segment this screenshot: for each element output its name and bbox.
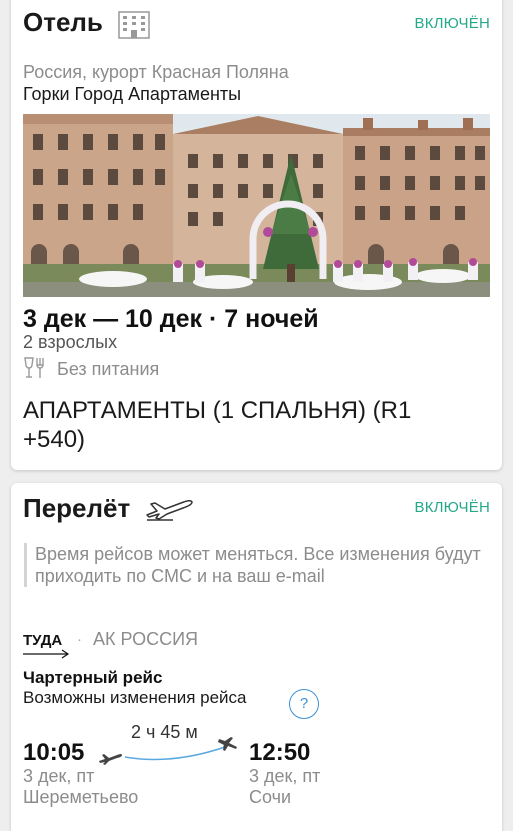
- meal-plan: Без питания: [57, 359, 160, 379]
- flight-notice: Время рейсов может меняться. Все изменен…: [24, 543, 494, 587]
- building-icon: [118, 11, 150, 39]
- separator-dot: ·: [77, 631, 82, 648]
- departure-time: 10:05: [23, 739, 85, 766]
- flight-status-badge: ВКЛЮЧЁН: [414, 499, 490, 516]
- flight-type: Чартерный рейс: [23, 668, 163, 687]
- departure-date: 3 дек, пт: [23, 766, 95, 786]
- hotel-guests: 2 взрослых: [23, 332, 118, 352]
- arrival-airport: Сочи: [249, 787, 292, 807]
- hotel-location: Россия, курорт Красная Поляна: [23, 62, 289, 82]
- flight-change-note: Возможны изменения рейса: [23, 688, 247, 707]
- hotel-photo[interactable]: [23, 114, 490, 297]
- departure-airport: Шереметьево: [23, 787, 139, 807]
- hotel-dates: 3 дек — 10 дек · 7 ночей: [23, 305, 319, 333]
- room-type: АПАРТАМЕНТЫ (1 СПАЛЬНЯ) (R1 +540): [23, 397, 412, 453]
- airline-name: АК РОССИЯ: [93, 629, 199, 649]
- hotel-card: Отель ВКЛЮЧЁН Россия, курорт Красная Пол…: [11, 0, 502, 470]
- help-button[interactable]: ?: [289, 689, 319, 719]
- arrow-right-icon: [23, 649, 70, 659]
- flight-card: Перелёт ВКЛЮЧЁН Время рейсов может менят…: [11, 483, 502, 831]
- flight-section-title: Перелёт: [23, 493, 131, 523]
- hotel-photo-illustration: [23, 114, 490, 297]
- arrival-time: 12:50: [249, 739, 311, 766]
- route-arc: [99, 737, 237, 765]
- direction-label: ТУДА: [23, 632, 63, 649]
- glass-fork-icon: [24, 357, 44, 378]
- hotel-name[interactable]: Горки Город Апартаменты: [23, 84, 241, 105]
- airplane-icon: [146, 499, 193, 521]
- hotel-section-title: Отель: [23, 7, 103, 37]
- hotel-status-badge: ВКЛЮЧЁН: [414, 15, 490, 32]
- arrival-date: 3 дек, пт: [249, 766, 321, 786]
- departure-plane-icon: [99, 754, 122, 765]
